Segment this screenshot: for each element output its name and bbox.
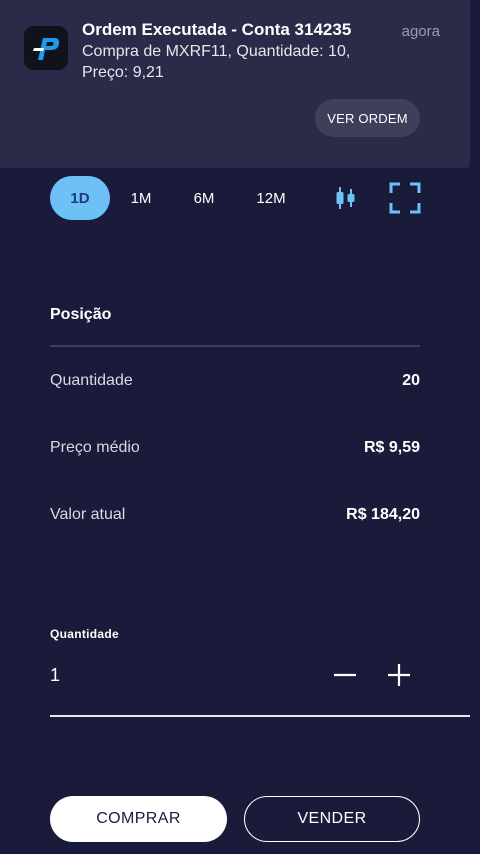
row-value: 20 — [402, 372, 420, 389]
buy-button[interactable]: COMPRAR — [50, 796, 227, 842]
position-title: Posição — [50, 306, 112, 323]
tab-1d[interactable]: 1D — [50, 176, 110, 220]
fullscreen-icon[interactable] — [388, 181, 422, 215]
divider — [50, 345, 420, 347]
row-label: Preço médio — [50, 439, 140, 456]
position-row-average-price: Preço médio R$ 9,59 — [50, 436, 420, 460]
notification-time: agora — [401, 23, 440, 40]
row-value: R$ 9,59 — [363, 439, 420, 456]
tab-12m[interactable]: 12M — [244, 176, 298, 220]
screen: Ordem Executada - Conta 314235 Compra de… — [0, 0, 480, 854]
notification-banner[interactable]: Ordem Executada - Conta 314235 Compra de… — [0, 0, 470, 168]
notification-body: Compra de MXRF11, Quantidade: 10, Preço:… — [82, 43, 351, 81]
quantity-input[interactable] — [50, 658, 300, 692]
tab-1m[interactable]: 1M — [116, 176, 166, 220]
plus-icon[interactable] — [384, 660, 414, 690]
row-label: Quantidade — [50, 372, 133, 389]
candlestick-icon[interactable] — [333, 184, 359, 212]
row-label: Valor atual — [50, 506, 126, 523]
position-row-current-value: Valor atual R$ 184,20 — [50, 503, 420, 527]
minus-icon[interactable] — [330, 660, 360, 690]
notification-title: Ordem Executada - Conta 314235 — [82, 20, 352, 39]
view-order-button[interactable]: VER ORDEM — [315, 99, 420, 137]
sell-button[interactable]: VENDER — [244, 796, 420, 842]
app-logo-icon — [24, 26, 68, 70]
quantity-underline — [50, 715, 470, 717]
position-row-quantity: Quantidade 20 — [50, 369, 420, 393]
period-tabs: 1D 1M 6M 12M — [0, 176, 480, 220]
tab-6m[interactable]: 6M — [179, 176, 229, 220]
quantity-label: Quantidade — [50, 627, 120, 641]
row-value: R$ 184,20 — [346, 506, 420, 523]
